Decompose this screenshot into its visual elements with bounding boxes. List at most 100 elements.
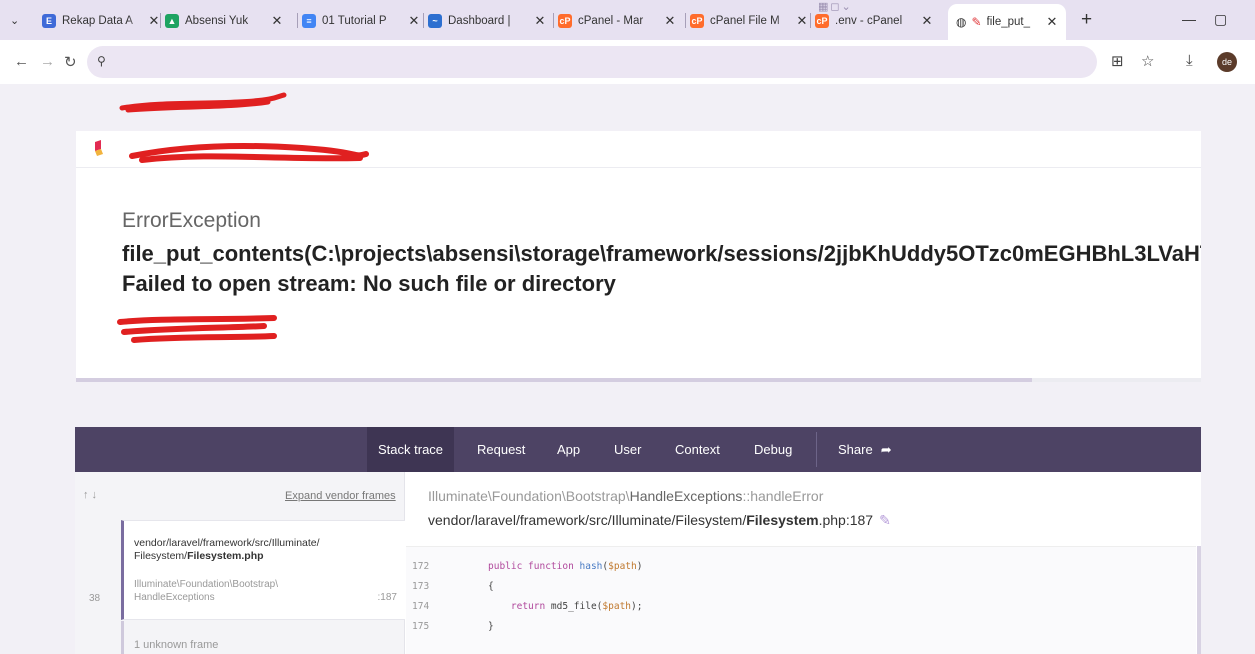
translate-icon[interactable]: ⊞ [1111, 52, 1124, 70]
unknown-frame[interactable]: 1 unknown frame [121, 621, 405, 654]
redaction-scribble [119, 92, 287, 113]
close-icon[interactable]: ✕ [921, 13, 933, 29]
code-line-text: return md5_file($path); [488, 601, 643, 612]
unknown-frame-label: 1 unknown frame [134, 639, 219, 651]
profile-avatar[interactable]: de [1217, 52, 1237, 72]
forward-icon[interactable]: → [40, 53, 55, 70]
code-line-number: 172 [412, 561, 430, 572]
exception-message-line-1: file_put_contents(C:\projects\absensi\st… [122, 241, 1201, 266]
minimize-icon[interactable]: — [1182, 11, 1196, 27]
tab-user[interactable]: User [603, 427, 652, 472]
stack-frame-selected[interactable]: vendor/laravel/framework/src/Illuminate/… [121, 520, 405, 620]
tab-separator [553, 13, 554, 28]
tab-context[interactable]: Context [664, 427, 731, 472]
tab-title: Absensi Yuk [185, 14, 249, 27]
tab-search-chevron-icon[interactable]: ⌄ [10, 14, 24, 28]
detail-class: HandleExceptions [629, 488, 743, 504]
download-icon[interactable]: ⤓ [1186, 52, 1193, 69]
tab-debug[interactable]: Debug [743, 427, 803, 472]
browser-toolbar: ← → ↻ ⚲ ⊞ ☆ ⤓ de [0, 40, 1255, 113]
exception-type: ErrorException [122, 209, 261, 232]
browser-tab[interactable]: ▲ Absensi Yuk ✕ [165, 7, 283, 34]
code-line: 172 public function hash($path) [406, 561, 1186, 581]
tab-separator [423, 13, 424, 28]
tab-favicon-icon: ≡ [302, 13, 316, 28]
tab-title: Rekap Data A [62, 14, 133, 27]
tab-title: .env - cPanel [835, 14, 903, 27]
code-line: 174 return md5_file($path); [406, 601, 1186, 621]
close-icon[interactable]: ✕ [408, 13, 420, 29]
code-line-number: 174 [412, 601, 430, 612]
frame-detail: Illuminate\Foundation\Bootstrap\HandleEx… [406, 472, 1201, 654]
tab-favicon-icon: ~ [428, 13, 442, 28]
frame-line-number: :187 [377, 592, 397, 603]
tab-favicon-icon: cP [815, 13, 829, 28]
frame-class-line-2: HandleExceptions [134, 592, 215, 603]
frame-class: Illuminate\Foundation\Bootstrap\ HandleE… [134, 578, 334, 604]
bookmark-star-icon[interactable]: ☆ [1141, 52, 1154, 70]
browser-tab-strip: ⌄ ▦◻⌄ E Rekap Data A ✕ ▲ Absensi Yuk ✕ ≡ 01 Tut… [0, 0, 1255, 40]
tab-title: cPanel - Mar [578, 14, 644, 27]
expand-vendor-frames-link[interactable]: Expand vendor frames [285, 490, 396, 502]
close-icon[interactable]: ✕ [148, 13, 160, 29]
close-icon[interactable]: ✕ [534, 13, 546, 29]
tab-app[interactable]: App [546, 427, 591, 472]
nav-divider [816, 432, 817, 467]
globe-icon: ◍ [956, 15, 967, 29]
stack-trace-panel: ↑ ↓ Expand vendor frames 38 vendor/larav… [75, 472, 1201, 654]
redaction-scribble [117, 315, 277, 343]
tab-favicon-icon: cP [690, 13, 704, 28]
frame-number: 38 [89, 593, 101, 604]
share-button[interactable]: Share ➦ [827, 427, 903, 472]
tab-separator [160, 13, 161, 28]
tab-separator [810, 13, 811, 28]
code-line-text: { [488, 581, 494, 592]
code-snippet: 172 public function hash($path) 173 {174 re… [406, 546, 1196, 654]
site-info-icon[interactable]: ⚲ [97, 54, 106, 68]
error-card-bottom-bar [76, 378, 1201, 382]
back-icon[interactable]: ← [14, 53, 29, 70]
sort-arrows-icon[interactable]: ↑ ↓ [83, 489, 97, 501]
ignition-logo-icon [95, 140, 103, 156]
tab-title: 01 Tutorial P [322, 14, 387, 27]
tab-stack-trace[interactable]: Stack trace [367, 427, 455, 472]
active-tab[interactable]: ◍ ✎ file_put_ ✕ [948, 4, 1066, 40]
frame-file-path: vendor/laravel/framework/src/Illuminate/… [134, 537, 364, 563]
tab-favicon-icon: E [42, 13, 56, 28]
tab-title: Dashboard | [448, 14, 511, 27]
redaction-scribble [129, 143, 369, 163]
close-icon[interactable]: ✕ [796, 13, 808, 29]
browser-tab[interactable]: cP cPanel - Mar ✕ [558, 7, 676, 34]
pencil-favicon-icon: ✎ [971, 15, 982, 29]
reload-icon[interactable]: ↻ [64, 53, 77, 71]
browser-tab[interactable]: E Rekap Data A ✕ [42, 7, 160, 34]
close-icon[interactable]: ✕ [271, 13, 283, 29]
address-bar[interactable]: ⚲ [87, 46, 1097, 78]
browser-tab[interactable]: ~ Dashboard | ✕ [428, 7, 546, 34]
frames-list: ↑ ↓ Expand vendor frames 38 vendor/larav… [75, 472, 405, 654]
detail-file-suffix: .php:187 [818, 512, 874, 528]
edit-pencil-icon[interactable]: ✎ [879, 512, 891, 528]
exception-message-line-2: Failed to open stream: No such file or d… [122, 271, 616, 296]
close-icon[interactable]: ✕ [664, 13, 676, 29]
tab-request[interactable]: Request [466, 427, 536, 472]
browser-tab[interactable]: cP cPanel File M ✕ [690, 7, 808, 34]
detail-file-path: vendor/laravel/framework/src/Illuminate/… [428, 512, 891, 529]
code-line: 175} [406, 621, 1186, 641]
frame-class-line-1: Illuminate\Foundation\Bootstrap\ [134, 579, 278, 590]
code-scrollbar[interactable] [1197, 546, 1201, 654]
error-tabs-nav: Stack trace Request App User Context Deb… [75, 427, 1201, 472]
code-line-text: public function hash($path) [488, 561, 643, 572]
new-tab-button[interactable]: + [1081, 9, 1092, 31]
detail-file-name: Filesystem [746, 512, 819, 528]
tab-favicon-icon: ▲ [165, 13, 179, 28]
frames-header: ↑ ↓ Expand vendor frames [75, 472, 404, 520]
frame-file-name: Filesystem.php [187, 550, 264, 562]
close-icon[interactable]: ✕ [1046, 14, 1058, 30]
restore-icon[interactable]: ▢ [1214, 11, 1227, 28]
browser-tab[interactable]: ≡ 01 Tutorial P ✕ [302, 7, 420, 34]
browser-tab[interactable]: cP .env - cPanel ✕ [815, 7, 933, 34]
tab-separator [685, 13, 686, 28]
code-line-text: } [488, 621, 494, 632]
code-line-number: 175 [412, 621, 430, 632]
